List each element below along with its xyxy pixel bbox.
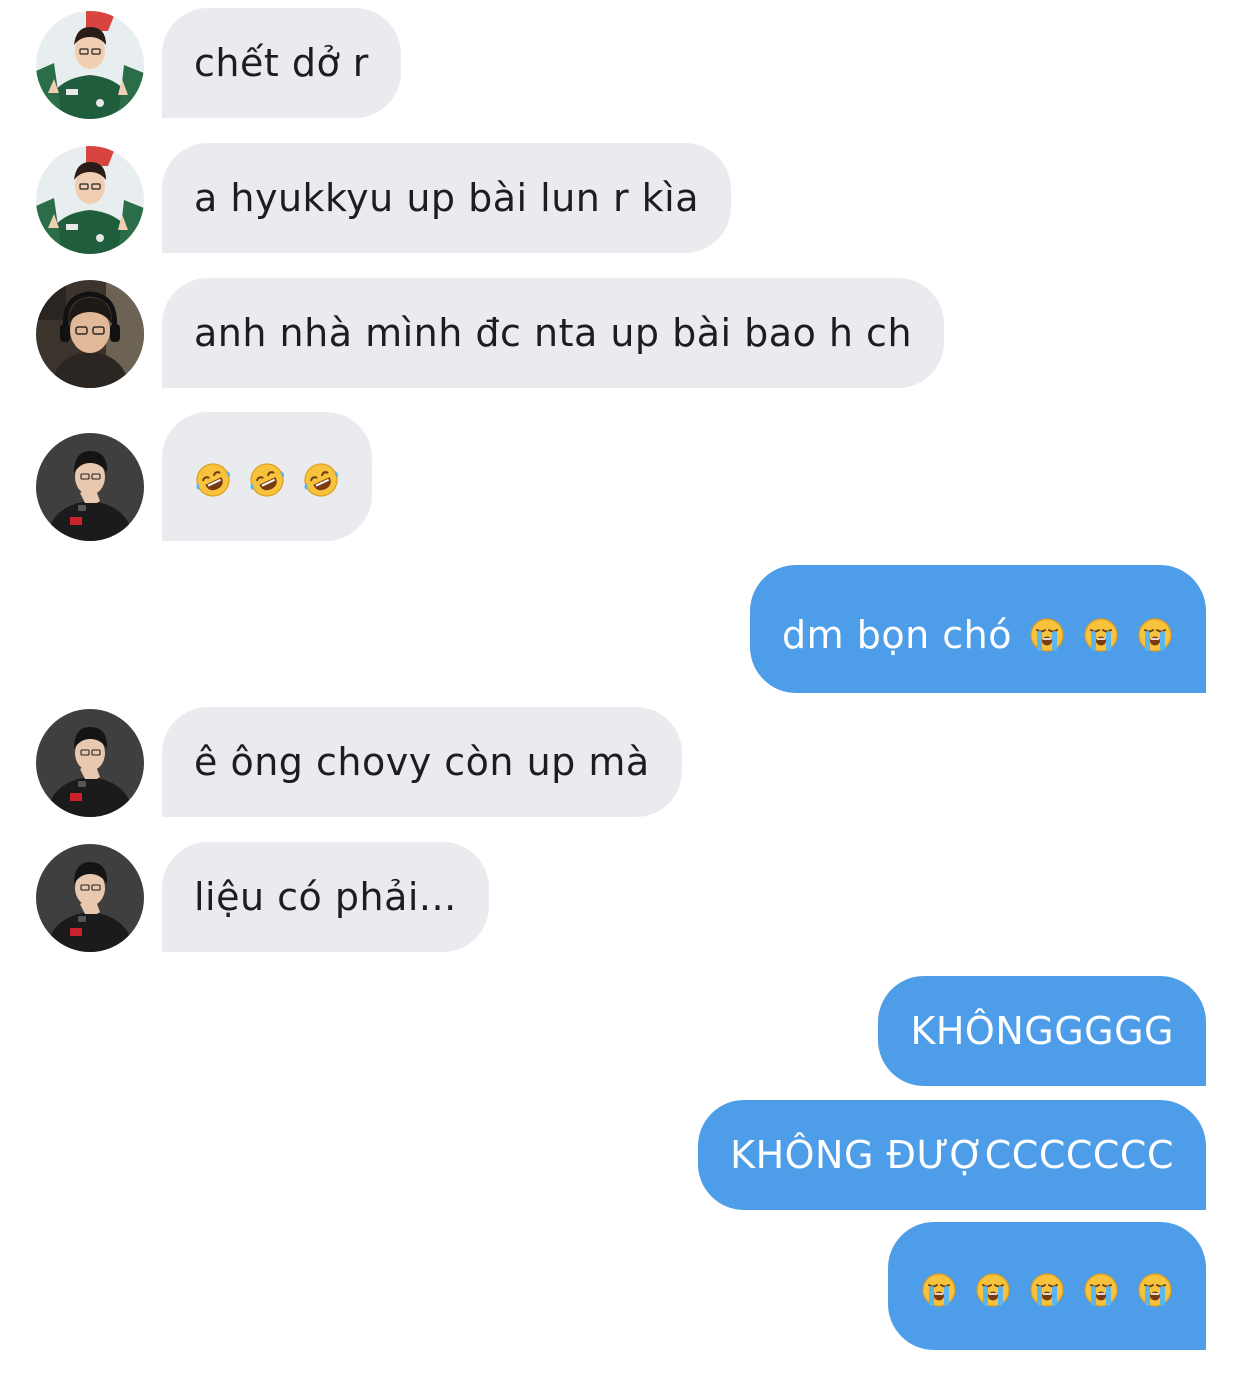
message-text: anh nhà mình đc nta up bài bao h ch	[194, 311, 913, 355]
message-incoming: anh nhà mình đc nta up bài bao h ch	[0, 278, 1242, 388]
message-text: KHÔNGGGGG	[910, 1009, 1174, 1053]
emoji-row	[920, 1271, 1174, 1309]
avatar[interactable]	[36, 844, 144, 952]
message-incoming: a hyukkyu up bài lun r kìa	[0, 143, 1242, 253]
message-bubble[interactable]: dm bọn chó	[750, 565, 1206, 693]
message-incoming: ê ông chovy còn up mà	[0, 707, 1242, 817]
message-bubble[interactable]	[162, 412, 372, 541]
message-bubble[interactable]: ê ông chovy còn up mà	[162, 707, 682, 817]
emoji-row	[1028, 616, 1174, 654]
message-incoming: liệu có phải...	[0, 842, 1242, 952]
avatar[interactable]	[36, 433, 144, 541]
message-text: ê ông chovy còn up mà	[194, 740, 650, 784]
message-bubble[interactable]	[888, 1222, 1206, 1350]
message-bubble[interactable]: KHÔNG ĐƯỢCCCCCCC	[698, 1100, 1206, 1210]
rolling-on-floor-laughing-emoji	[302, 461, 340, 499]
message-outgoing: KHÔNG ĐƯỢCCCCCCC	[0, 1100, 1242, 1210]
loudly-crying-face-emoji	[1028, 616, 1066, 654]
loudly-crying-face-emoji	[1082, 616, 1120, 654]
message-text: KHÔNG ĐƯỢCCCCCCC	[730, 1133, 1174, 1177]
loudly-crying-face-emoji	[1136, 616, 1174, 654]
message-text: chết dở r	[194, 41, 369, 85]
message-outgoing	[0, 1222, 1242, 1350]
message-bubble[interactable]: liệu có phải...	[162, 842, 489, 952]
message-outgoing: dm bọn chó	[0, 565, 1242, 693]
message-bubble[interactable]: chết dở r	[162, 8, 401, 118]
message-bubble[interactable]: anh nhà mình đc nta up bài bao h ch	[162, 278, 945, 388]
loudly-crying-face-emoji	[1028, 1271, 1066, 1309]
avatar[interactable]	[36, 146, 144, 254]
message-outgoing: KHÔNGGGGG	[0, 976, 1242, 1086]
message-text: liệu có phải...	[194, 875, 457, 919]
avatar[interactable]	[36, 280, 144, 388]
avatar[interactable]	[36, 11, 144, 119]
loudly-crying-face-emoji	[1136, 1271, 1174, 1309]
chat-thread: chết dở r a hyukkyu up bài lun r kìa anh…	[0, 0, 1242, 1383]
message-bubble[interactable]: KHÔNGGGGG	[878, 976, 1206, 1086]
message-text: dm bọn chó	[782, 613, 1012, 657]
message-incoming	[0, 412, 1242, 541]
message-text: a hyukkyu up bài lun r kìa	[194, 176, 700, 220]
emoji-row	[194, 461, 340, 499]
rolling-on-floor-laughing-emoji	[248, 461, 286, 499]
loudly-crying-face-emoji	[1082, 1271, 1120, 1309]
message-bubble[interactable]: a hyukkyu up bài lun r kìa	[162, 143, 732, 253]
rolling-on-floor-laughing-emoji	[194, 461, 232, 499]
loudly-crying-face-emoji	[920, 1271, 958, 1309]
avatar[interactable]	[36, 709, 144, 817]
loudly-crying-face-emoji	[974, 1271, 1012, 1309]
message-incoming: chết dở r	[0, 8, 1242, 118]
